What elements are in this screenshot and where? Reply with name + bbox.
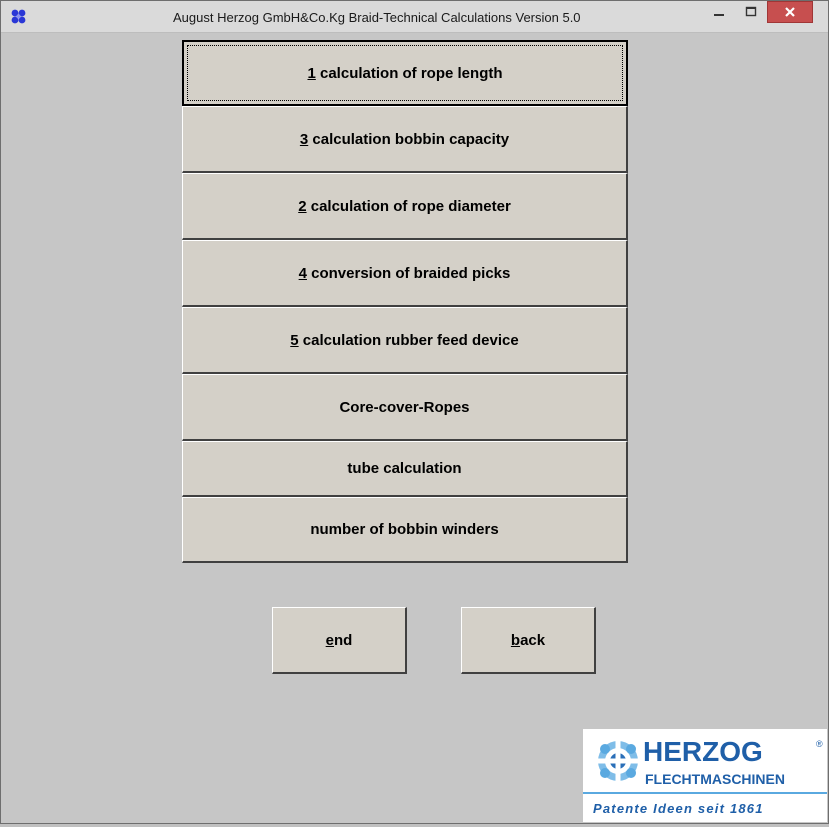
- accelerator-key: b: [510, 631, 521, 649]
- herzog-logo-graphic: HERZOG ® FLECHTMASCHINEN Patente Ideen s…: [583, 729, 827, 822]
- accelerator-key: 2: [298, 197, 307, 215]
- button-label: ack: [520, 631, 546, 649]
- logo-slogan-text: Patente Ideen seit 1861: [593, 801, 764, 816]
- button-label: calculation bobbin capacity: [308, 130, 510, 148]
- logo-registered-mark: ®: [816, 739, 823, 749]
- tube-calculation-button[interactable]: tube calculation: [182, 441, 628, 497]
- close-icon: [785, 7, 795, 17]
- back-button[interactable]: back: [461, 607, 596, 674]
- button-label: calculation of rope diameter: [306, 197, 511, 215]
- minimize-button[interactable]: [705, 1, 733, 25]
- window-title: August Herzog GmbH&Co.Kg Braid-Technical…: [173, 10, 581, 25]
- core-cover-ropes-button[interactable]: Core-cover-Ropes: [182, 374, 628, 441]
- accelerator-key: 3: [299, 130, 309, 148]
- braided-picks-button[interactable]: 4 conversion of braided picks: [182, 240, 628, 307]
- rope-diameter-button[interactable]: 2 calculation of rope diameter: [182, 173, 628, 240]
- maximize-button[interactable]: [737, 1, 765, 25]
- bobbin-capacity-button[interactable]: 3 calculation bobbin capacity: [182, 106, 628, 173]
- calculation-menu: 1 calculation of rope length 3 calculati…: [182, 40, 628, 563]
- app-window: August Herzog GmbH&Co.Kg Braid-Technical…: [0, 0, 829, 824]
- rope-length-button[interactable]: 1 calculation of rope length: [182, 40, 628, 106]
- title-bar[interactable]: August Herzog GmbH&Co.Kg Braid-Technical…: [1, 1, 828, 33]
- button-label: calculation rubber feed device: [298, 331, 519, 349]
- accelerator-key: 5: [290, 331, 299, 349]
- button-label: conversion of braided picks: [306, 264, 511, 282]
- app-icon[interactable]: [10, 8, 27, 25]
- button-label: number of bobbin winders: [310, 521, 499, 538]
- bobbin-winders-button[interactable]: number of bobbin winders: [182, 497, 628, 563]
- herzog-logo: HERZOG ® FLECHTMASCHINEN Patente Ideen s…: [583, 729, 827, 822]
- maximize-icon: [745, 6, 757, 17]
- rubber-feed-button[interactable]: 5 calculation rubber feed device: [182, 307, 628, 374]
- left-border: [2, 33, 24, 823]
- button-label: nd: [334, 631, 353, 649]
- minimize-icon: [714, 14, 724, 16]
- button-label: tube calculation: [347, 460, 462, 477]
- end-button[interactable]: end: [272, 607, 407, 674]
- braid-emblem-icon: [598, 741, 638, 781]
- logo-subtitle-text: FLECHTMASCHINEN: [645, 771, 785, 787]
- accelerator-key: e: [325, 631, 334, 649]
- accelerator-key: 4: [298, 264, 307, 282]
- close-button[interactable]: [767, 1, 813, 23]
- button-label: Core-cover-Ropes: [339, 398, 470, 416]
- logo-brand-text: HERZOG: [643, 736, 763, 767]
